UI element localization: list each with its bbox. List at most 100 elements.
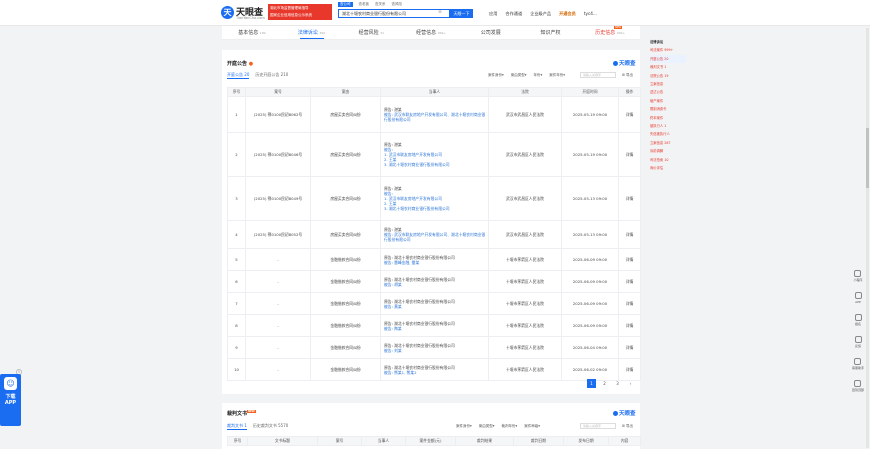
scrollbar-thumb[interactable]: [866, 128, 869, 188]
filter-year[interactable]: 裁判年份▾: [502, 424, 518, 429]
sidebar-item[interactable]: 司法拍卖 10: [650, 156, 686, 164]
back-to-top-button[interactable]: 回到顶部: [852, 380, 864, 392]
search-tab-risk[interactable]: 查风险: [392, 2, 403, 7]
filter-level[interactable]: 案件审级▾: [524, 424, 540, 429]
signup-button[interactable]: 报名: [854, 314, 862, 326]
sidebar-item[interactable]: 法院公告 19: [650, 72, 686, 80]
brand-watermark: 天眼查: [613, 59, 636, 67]
party-line[interactable]: 3. 湖北十堰农村商业银行股份有限公司: [384, 162, 487, 167]
subtab-current[interactable]: 开庭公告 20: [227, 72, 250, 79]
sidebar-item[interactable]: 立案信息 287: [650, 139, 686, 147]
tab-development[interactable]: 公司发展: [461, 26, 521, 39]
party-line[interactable]: 被告: 熊某1, 熊某2: [384, 370, 487, 375]
tab-history[interactable]: 历史信息 999+ NEW: [580, 26, 640, 39]
search-input[interactable]: 湖北十堰农村商业银行股份有限公司: [338, 9, 450, 18]
sidebar-item[interactable]: 裁判文书 1: [650, 63, 686, 71]
sidebar-item[interactable]: 开庭公告 20: [650, 54, 686, 64]
next-page-icon[interactable]: ›: [626, 379, 635, 388]
nav-vip[interactable]: 开通会员: [559, 11, 576, 17]
col-time: 开庭时间: [561, 87, 619, 97]
page-1[interactable]: 1: [587, 379, 596, 388]
search-tab-company[interactable]: 查公司: [338, 2, 353, 7]
sidebar-item[interactable]: 失信被执行人: [650, 130, 686, 138]
party-line[interactable]: 被告: 武汉市联友房地产开发有限公司、湖北十堰农村商业银行股份有限公司: [384, 112, 487, 122]
filter-role[interactable]: 案件身份▾: [456, 424, 472, 429]
company-tabs: 基本信息 189 法律诉讼 390 经营风险 31 经营信息 999+ 公司发展…: [222, 26, 640, 40]
sidebar-item[interactable]: 立案信息: [650, 80, 686, 88]
feedback-button[interactable]: 反馈: [854, 336, 862, 348]
subtab-current[interactable]: 裁判文书 1: [227, 423, 247, 430]
subtab-history[interactable]: 历史裁判文书 5570: [253, 423, 288, 430]
detail-link[interactable]: 详情: [618, 220, 641, 249]
nav-user[interactable]: tyc4...: [584, 11, 597, 17]
sidebar-item[interactable]: 询价评估: [650, 164, 686, 172]
case-number-link[interactable]: (2025) 鄂0100民初8046号: [245, 132, 311, 177]
detail-link[interactable]: 详情: [618, 336, 641, 359]
download-app-widget[interactable]: ☺ 下载 APP: [0, 374, 21, 426]
party-line[interactable]: 被告: 胡某: [384, 282, 487, 287]
search-button[interactable]: 天眼一下: [450, 9, 473, 18]
party-line[interactable]: 被告: 陶某: [384, 326, 487, 331]
page-3[interactable]: 3: [613, 379, 622, 388]
case-number-link[interactable]: (2025) 鄂0100民初8062号: [245, 96, 311, 133]
filter-cause[interactable]: 案由类型▾: [479, 424, 495, 429]
clear-search-icon[interactable]: ⊗: [438, 10, 442, 15]
hearing-time: 2025-06-09 09:00: [561, 292, 619, 315]
sidebar-item[interactable]: 司法案件 999+: [650, 46, 686, 54]
case-number-link[interactable]: (2025) 鄂0100民初8049号: [245, 176, 311, 221]
nav-cooperation[interactable]: 合作通道: [505, 11, 522, 17]
export-button[interactable]: ⊞ 导出: [622, 73, 633, 78]
detail-link[interactable]: 详情: [618, 270, 641, 293]
court-name: 武汉市武昌区人民法院: [488, 96, 562, 133]
filter-year[interactable]: 年份▾: [534, 73, 543, 78]
detail-link[interactable]: 详情: [618, 358, 641, 381]
detail-link[interactable]: 详情: [618, 96, 641, 133]
party-line[interactable]: 被告: 黄某: [384, 304, 487, 309]
case-number-link[interactable]: (2025) 鄂0100民初8052号: [245, 220, 311, 249]
party-list: 原告: 湛某 被告: 武汉市联友房地产开发有限公司、湖北十堰农村商业银行股份有限公…: [380, 220, 489, 249]
search-tab-relation[interactable]: 查关系: [375, 2, 386, 7]
filter-case-year[interactable]: 案件年份▾: [549, 73, 565, 78]
party-line[interactable]: 被告: 刘某: [384, 348, 487, 353]
tab-basic-info[interactable]: 基本信息 189: [222, 26, 282, 39]
nav-enterprise[interactable]: 企业级产品: [530, 11, 551, 17]
hearing-search-input[interactable]: 请输入关键字: [580, 72, 616, 78]
mini-program-button[interactable]: 小程序: [853, 270, 863, 282]
search-tab-boss[interactable]: 查老板: [359, 2, 370, 7]
tab-legal[interactable]: 法律诉讼 390: [282, 26, 342, 39]
detail-link[interactable]: 详情: [618, 314, 641, 337]
page-2[interactable]: 2: [600, 379, 609, 388]
party-line[interactable]: 被告: 雷峰金融, 雷某: [384, 260, 487, 265]
sidebar-item-count: 1: [664, 124, 667, 129]
filter-role[interactable]: 案件身份▾: [488, 73, 504, 78]
col-parties: 当事人: [361, 436, 406, 446]
table-row: 2 (2025) 鄂0100民初8046号 房屋买卖合同纠纷 原告: 湛某 被告: 1. …: [227, 132, 641, 177]
detail-link[interactable]: 详情: [618, 176, 641, 221]
tab-business-risk[interactable]: 经营风险 31: [341, 26, 401, 39]
app-button[interactable]: APP: [854, 292, 862, 304]
sidebar-item[interactable]: 限制消费令: [650, 105, 686, 113]
tab-business-info[interactable]: 经营信息 999+: [401, 26, 461, 39]
sidebar-item[interactable]: 诉前调解: [650, 147, 686, 155]
subtab-history[interactable]: 历史开庭公告 210: [255, 72, 288, 79]
detail-link[interactable]: 详情: [618, 132, 641, 177]
sidebar-item[interactable]: 破产案件: [650, 97, 686, 105]
tab-ip[interactable]: 知识产权: [521, 26, 581, 39]
page-scrollbar[interactable]: [866, 28, 869, 448]
judgment-search-input[interactable]: 请输入关键字: [580, 423, 616, 429]
sidebar-item[interactable]: 终本案件: [650, 114, 686, 122]
logo-icon[interactable]: 天: [221, 6, 234, 19]
phone-icon: [854, 292, 862, 299]
sidebar-item[interactable]: 送达公告: [650, 88, 686, 96]
tab-label: 法律诉讼: [297, 30, 318, 36]
detail-link[interactable]: 详情: [618, 248, 641, 271]
filter-cause[interactable]: 案由类型▾: [511, 73, 527, 78]
detail-link[interactable]: 详情: [618, 292, 641, 315]
export-button[interactable]: ⊞ 导出: [622, 424, 633, 429]
promo-banner[interactable]: 湖北市场监督管理局指导 国家企业信用信息公示系统: [268, 4, 332, 20]
nav-apps[interactable]: 应用: [489, 11, 497, 17]
party-line[interactable]: 被告: 武汉市联友房地产开发有限公司、湖北十堰农村商业银行股份有限公司: [384, 232, 487, 242]
party-line[interactable]: 3. 湖北十堰农村商业银行股份有限公司: [384, 206, 487, 211]
service-button[interactable]: 客服助手: [852, 358, 864, 370]
sidebar-item[interactable]: 被执行人 1: [650, 122, 686, 130]
